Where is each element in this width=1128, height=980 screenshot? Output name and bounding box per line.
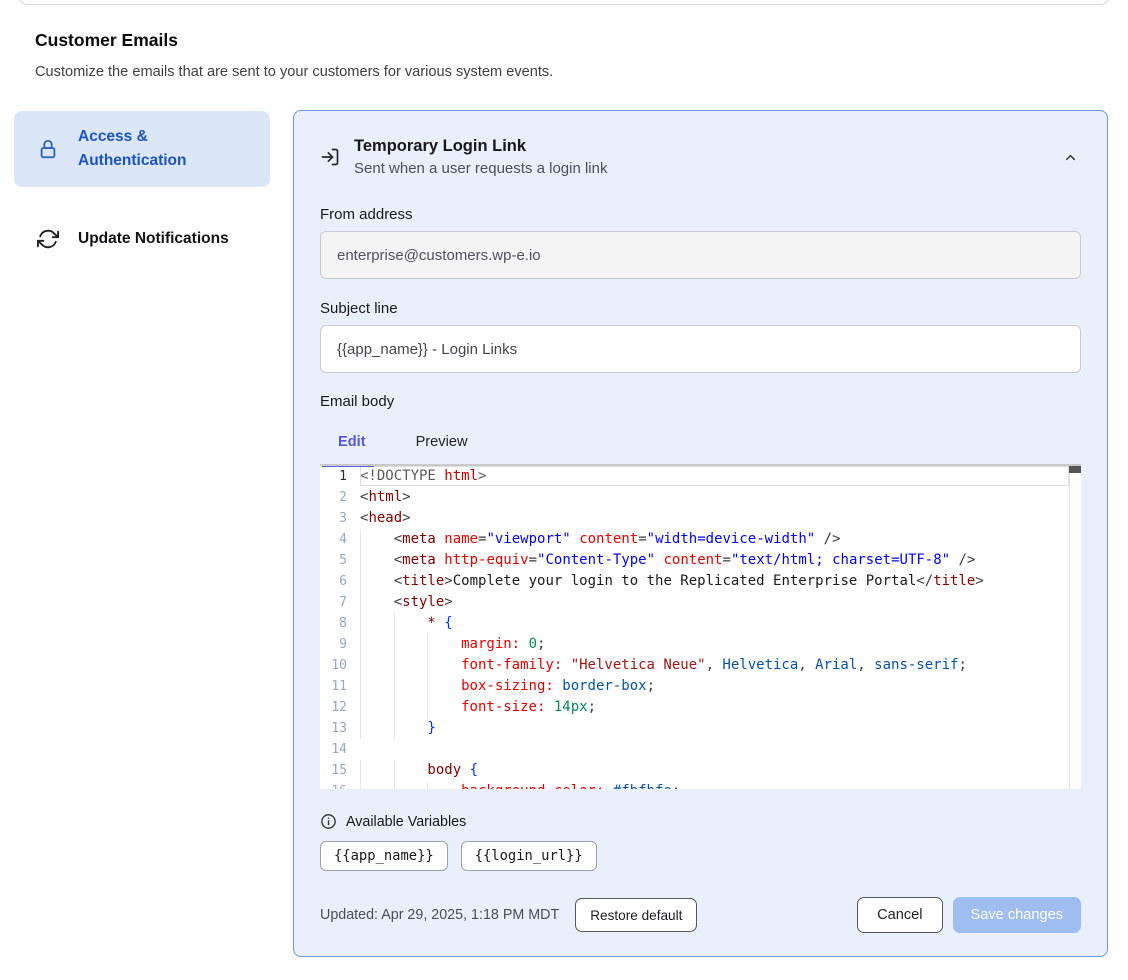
code-line[interactable]: * { (360, 613, 1069, 634)
code-line[interactable]: font-size: 14px; (360, 697, 1069, 718)
line-number: 4 (320, 529, 360, 550)
code-line[interactable]: font-family: "Helvetica Neue", Helvetica… (360, 655, 1069, 676)
variable-chip-login-url[interactable]: {{login_url}} (461, 841, 597, 871)
sidebar-item-label: Access & Authentication (78, 125, 250, 173)
code-line[interactable]: box-sizing: border-box; (360, 676, 1069, 697)
code-line[interactable]: <!DOCTYPE html> (360, 466, 1069, 487)
refresh-icon (37, 228, 59, 250)
page-title: Customer Emails (35, 30, 553, 51)
code-line[interactable]: <style> (360, 592, 1069, 613)
subject-line-field[interactable]: {{app_name}} - Login Links (320, 325, 1081, 373)
line-number: 15 (320, 760, 360, 781)
sidebar-item-label: Update Notifications (78, 227, 250, 251)
editor-scrollbar-thumb[interactable] (1069, 466, 1081, 473)
active-tab-underline (322, 464, 374, 467)
save-changes-button[interactable]: Save changes (953, 897, 1082, 933)
code-line[interactable]: margin: 0; (360, 634, 1069, 655)
editor-line-numbers: 12345678910111213141516 (320, 466, 360, 789)
cancel-button[interactable]: Cancel (857, 897, 942, 933)
code-line[interactable]: <meta http-equiv="Content-Type" content=… (360, 550, 1069, 571)
editor-scrollbar-track[interactable] (1069, 466, 1081, 789)
code-line[interactable] (360, 739, 1069, 760)
line-number: 12 (320, 697, 360, 718)
previous-card-bottom-edge (18, 0, 1110, 5)
code-line[interactable]: background-color: #fbfbfe; (360, 781, 1069, 789)
updated-timestamp: Updated: Apr 29, 2025, 1:18 PM MDT (320, 907, 559, 923)
line-number: 9 (320, 634, 360, 655)
line-number: 2 (320, 487, 360, 508)
line-number: 3 (320, 508, 360, 529)
code-line[interactable]: <head> (360, 508, 1069, 529)
collapse-button[interactable] (1059, 146, 1081, 168)
subject-line-value: {{app_name}} - Login Links (337, 341, 517, 358)
line-number: 13 (320, 718, 360, 739)
card-footer: Updated: Apr 29, 2025, 1:18 PM MDT Resto… (320, 897, 1081, 933)
page-header: Customer Emails Customize the emails tha… (35, 30, 553, 80)
variable-chip-app-name[interactable]: {{app_name}} (320, 841, 448, 871)
subject-line-label: Subject line (320, 300, 1081, 317)
tab-edit[interactable]: Edit (320, 434, 387, 450)
info-icon (320, 813, 337, 830)
sidebar-item-update-notifications[interactable]: Update Notifications (14, 207, 270, 271)
line-number: 7 (320, 592, 360, 613)
line-number: 11 (320, 676, 360, 697)
page-subtitle: Customize the emails that are sent to yo… (35, 64, 553, 80)
variable-chips: {{app_name}} {{login_url}} (320, 841, 1081, 871)
code-line[interactable]: } (360, 718, 1069, 739)
email-body-code-editor[interactable]: 12345678910111213141516 <!DOCTYPE html><… (320, 464, 1081, 789)
email-body-label: Email body (320, 393, 1081, 410)
restore-default-button[interactable]: Restore default (575, 898, 697, 932)
card-title: Temporary Login Link (354, 137, 1045, 156)
chevron-up-icon (1063, 150, 1078, 165)
line-number: 10 (320, 655, 360, 676)
email-body-tabs: Edit Preview (320, 428, 1081, 456)
sidebar-item-access-authentication[interactable]: Access & Authentication (14, 111, 270, 187)
line-number: 6 (320, 571, 360, 592)
code-line[interactable]: body { (360, 760, 1069, 781)
card-header: Temporary Login Link Sent when a user re… (320, 137, 1081, 177)
login-icon (320, 147, 340, 167)
from-address-field[interactable]: enterprise@customers.wp-e.io (320, 231, 1081, 279)
line-number: 14 (320, 739, 360, 760)
line-number: 16 (320, 781, 360, 789)
from-address-value: enterprise@customers.wp-e.io (337, 247, 541, 264)
email-types-sidebar: Access & Authentication Update Notificat… (14, 111, 270, 271)
temporary-login-link-card: Temporary Login Link Sent when a user re… (293, 110, 1108, 957)
editor-code-area[interactable]: <!DOCTYPE html><html><head><meta name="v… (360, 466, 1069, 789)
lock-icon (37, 138, 59, 160)
line-number: 1 (320, 466, 360, 487)
code-line[interactable]: <html> (360, 487, 1069, 508)
available-variables-label: Available Variables (346, 814, 466, 830)
code-line[interactable]: <title>Complete your login to the Replic… (360, 571, 1069, 592)
available-variables-header: Available Variables (320, 813, 1081, 830)
code-line[interactable]: <meta name="viewport" content="width=dev… (360, 529, 1069, 550)
from-address-label: From address (320, 206, 1081, 223)
tab-preview[interactable]: Preview (395, 434, 489, 450)
line-number: 5 (320, 550, 360, 571)
card-subtitle: Sent when a user requests a login link (354, 160, 1045, 177)
line-number: 8 (320, 613, 360, 634)
